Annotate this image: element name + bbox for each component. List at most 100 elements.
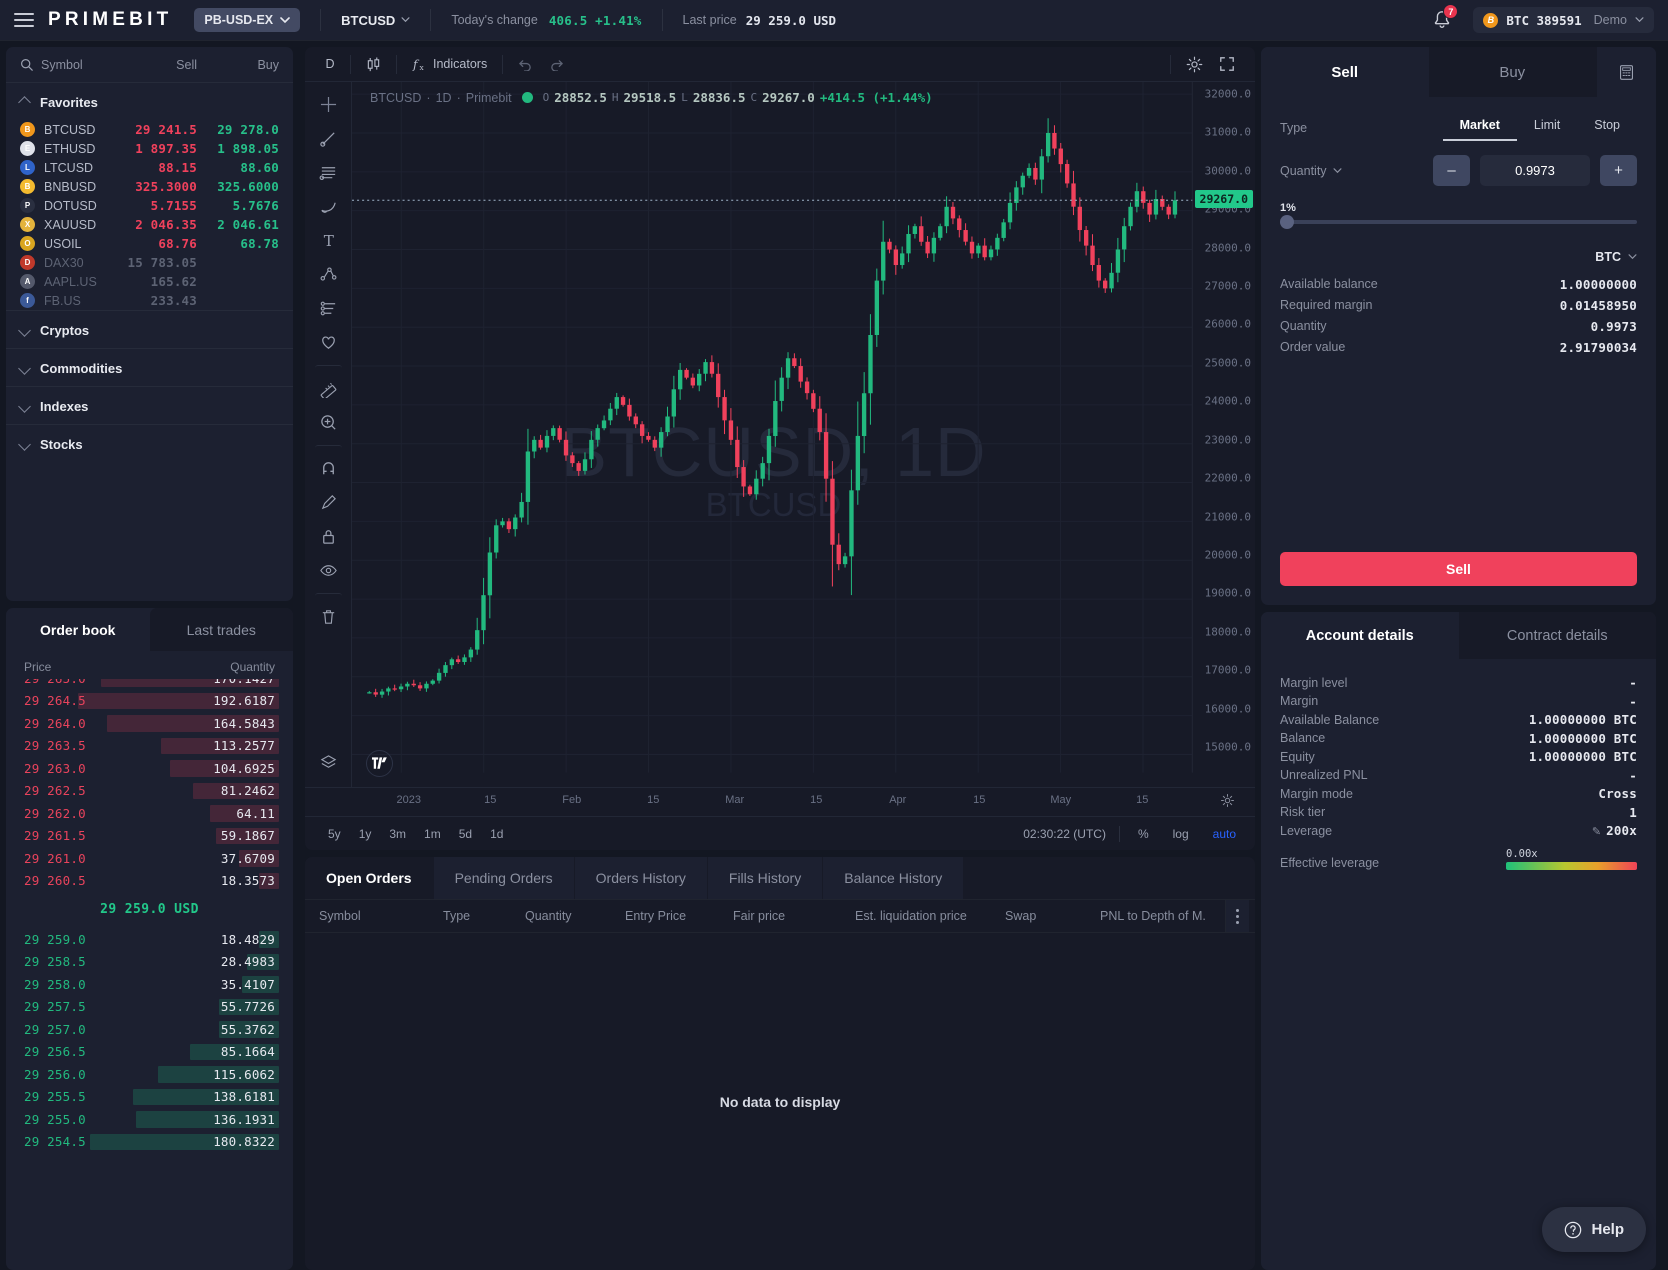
watchlist-group-favorites[interactable]: Favorites <box>6 83 293 120</box>
quantity-label[interactable]: Quantity <box>1280 164 1380 178</box>
scale-%[interactable]: % <box>1133 825 1154 843</box>
quantity-input[interactable] <box>1480 155 1590 186</box>
brush-tool[interactable] <box>312 190 345 223</box>
zoom-in-tool[interactable] <box>312 406 345 439</box>
orderbook-row[interactable]: 29 264.5 192.6187 <box>6 690 293 713</box>
redo-button[interactable] <box>541 51 572 77</box>
orderbook-row[interactable]: 29 257.5 55.7726 <box>6 996 293 1019</box>
watchlist-group-cryptos[interactable]: Cryptos <box>6 310 293 348</box>
watchlist-group-commodities[interactable]: Commodities <box>6 348 293 386</box>
orderbook-row[interactable]: 29 254.5 180.8322 <box>6 1131 293 1154</box>
tab-fills-history[interactable]: Fills History <box>707 857 824 899</box>
price-axis[interactable]: 32000.0 31000.0 30000.0 29000.0 28000.0 27000… <box>1193 82 1255 787</box>
tab-balance-history[interactable]: Balance History <box>823 857 965 899</box>
quantity-increment-button[interactable]: + <box>1600 155 1637 186</box>
orderbook-row[interactable]: 29 255.0 136.1931 <box>6 1108 293 1131</box>
tab-contract-details[interactable]: Contract details <box>1458 612 1656 659</box>
currency-selector[interactable]: BTC <box>1280 250 1637 264</box>
orderbook-row[interactable]: 29 257.0 55.3762 <box>6 1018 293 1041</box>
orderbook-row[interactable]: 29 255.5 138.6181 <box>6 1086 293 1109</box>
calculator-button[interactable] <box>1596 47 1656 97</box>
drawing-mode-tool[interactable] <box>312 486 345 519</box>
range-5d[interactable]: 5d <box>450 824 481 844</box>
orderbook-row[interactable]: 29 263.5 113.2577 <box>6 735 293 758</box>
range-1m[interactable]: 1m <box>415 824 450 844</box>
scale-auto[interactable]: auto <box>1208 825 1241 843</box>
orderbook-row[interactable]: 29 256.5 85.1664 <box>6 1041 293 1064</box>
orderbook-row[interactable]: 29 260.5 18.3573 <box>6 870 293 893</box>
tab-orders-history[interactable]: Orders History <box>574 857 708 899</box>
orderbook-row[interactable]: 29 261.0 37.6709 <box>6 847 293 870</box>
crosshair-tool[interactable] <box>312 88 345 121</box>
scale-log[interactable]: log <box>1168 825 1194 843</box>
object-tree-tool[interactable] <box>312 746 345 779</box>
tab-last-trades[interactable]: Last trades <box>149 608 293 651</box>
tab-order-book[interactable]: Order book <box>6 608 150 651</box>
tab-open-orders[interactable]: Open Orders <box>305 857 434 899</box>
orderbook-row[interactable]: 29 256.0 115.6062 <box>6 1063 293 1086</box>
orderbook-row[interactable]: 29 265.0 170.1427 <box>6 679 293 690</box>
watchlist-item-fb.us[interactable]: f FB.US 233.43 <box>6 291 293 310</box>
favorite-tool[interactable] <box>312 326 345 359</box>
watchlist-item-ltcusd[interactable]: L LTCUSD 88.15 88.60 <box>6 158 293 177</box>
chart-settings-button[interactable] <box>1178 51 1211 77</box>
orderbook-row[interactable]: 29 262.5 81.2462 <box>6 780 293 803</box>
orderbook-row[interactable]: 29 263.0 104.6925 <box>6 757 293 780</box>
watchlist-item-xauusd[interactable]: X XAUUSD 2 046.35 2 046.61 <box>6 215 293 234</box>
indicators-button[interactable]: fx Indicators <box>404 51 495 77</box>
tab-account-details[interactable]: Account details <box>1261 612 1459 659</box>
column-options-button[interactable] <box>1225 900 1249 932</box>
watchlist-item-dax30[interactable]: D DAX30 15 783.05 <box>6 253 293 272</box>
orderbook-row[interactable]: 29 262.0 64.11 <box>6 802 293 825</box>
watchlist-item-usoil[interactable]: O USOIL 68.76 68.78 <box>6 234 293 253</box>
time-axis[interactable]: 2023 15 Feb 15 Mar 15 Apr 15 May 15 <box>305 787 1255 816</box>
submit-order-button[interactable]: Sell <box>1280 552 1637 586</box>
hide-drawings-tool[interactable] <box>312 554 345 587</box>
order-type-stop[interactable]: Stop <box>1577 114 1637 141</box>
fib-retracement-tool[interactable] <box>312 156 345 189</box>
orderbook-row[interactable]: 29 259.0 18.4829 <box>6 928 293 951</box>
orderbook-row[interactable]: 29 261.5 59.1867 <box>6 825 293 848</box>
tab-buy[interactable]: Buy <box>1428 47 1596 97</box>
trendline-tool[interactable] <box>312 122 345 155</box>
patterns-tool[interactable] <box>312 258 345 291</box>
range-1d[interactable]: 1d <box>481 824 512 844</box>
quantity-decrement-button[interactable]: – <box>1433 155 1470 186</box>
quantity-slider[interactable] <box>1280 215 1637 229</box>
slider-handle[interactable] <box>1280 215 1294 229</box>
exchange-selector[interactable]: PB-USD-EX <box>194 8 301 32</box>
tab-pending-orders[interactable]: Pending Orders <box>433 857 575 899</box>
axis-settings-icon[interactable] <box>1220 793 1235 813</box>
range-5y[interactable]: 5y <box>319 824 350 844</box>
tab-sell[interactable]: Sell <box>1261 47 1429 97</box>
watchlist-group-indexes[interactable]: Indexes <box>6 386 293 424</box>
lock-tool[interactable] <box>312 520 345 553</box>
watchlist-item-bnbusd[interactable]: B BNBUSD 325.3000 325.6000 <box>6 177 293 196</box>
notifications-button[interactable]: 7 <box>1431 4 1459 31</box>
chart-type-button[interactable] <box>358 51 389 77</box>
watchlist-group-stocks[interactable]: Stocks <box>6 424 293 462</box>
forecast-tool[interactable] <box>312 292 345 325</box>
range-1y[interactable]: 1y <box>350 824 381 844</box>
watchlist-item-dotusd[interactable]: P DOTUSD 5.7155 5.7676 <box>6 196 293 215</box>
order-type-limit[interactable]: Limit <box>1517 114 1577 141</box>
watchlist-item-btcusd[interactable]: B BTCUSD 29 241.5 29 278.0 <box>6 120 293 139</box>
edit-icon[interactable]: ✎ <box>1592 826 1601 838</box>
orderbook-row[interactable]: 29 264.0 164.5843 <box>6 712 293 735</box>
text-tool[interactable]: T <box>312 224 345 257</box>
remove-drawings-tool[interactable] <box>312 600 345 633</box>
symbol-selector[interactable]: BTCUSD <box>341 13 410 28</box>
orderbook-row[interactable]: 29 258.5 28.4983 <box>6 951 293 974</box>
orderbook-rows[interactable]: 29 265.0 170.1427 29 264.5 192.6187 29 2… <box>6 679 293 1270</box>
fullscreen-button[interactable] <box>1211 51 1243 77</box>
menu-icon[interactable] <box>14 13 34 27</box>
watchlist-item-ethusd[interactable]: E ETHUSD 1 897.35 1 898.05 <box>6 139 293 158</box>
orderbook-row[interactable]: 29 258.0 35.4107 <box>6 973 293 996</box>
account-selector[interactable]: B BTC 389591 Demo <box>1473 7 1654 33</box>
measure-tool[interactable] <box>312 372 345 405</box>
watchlist-item-aapl.us[interactable]: A AAPL.US 165.62 <box>6 272 293 291</box>
interval-button[interactable]: D <box>317 51 343 77</box>
order-type-market[interactable]: Market <box>1442 114 1517 141</box>
chart-canvas[interactable]: BTCUSD · 1D · Primebit O 28852.5 H 29518.5… <box>352 82 1255 787</box>
undo-button[interactable] <box>510 51 541 77</box>
